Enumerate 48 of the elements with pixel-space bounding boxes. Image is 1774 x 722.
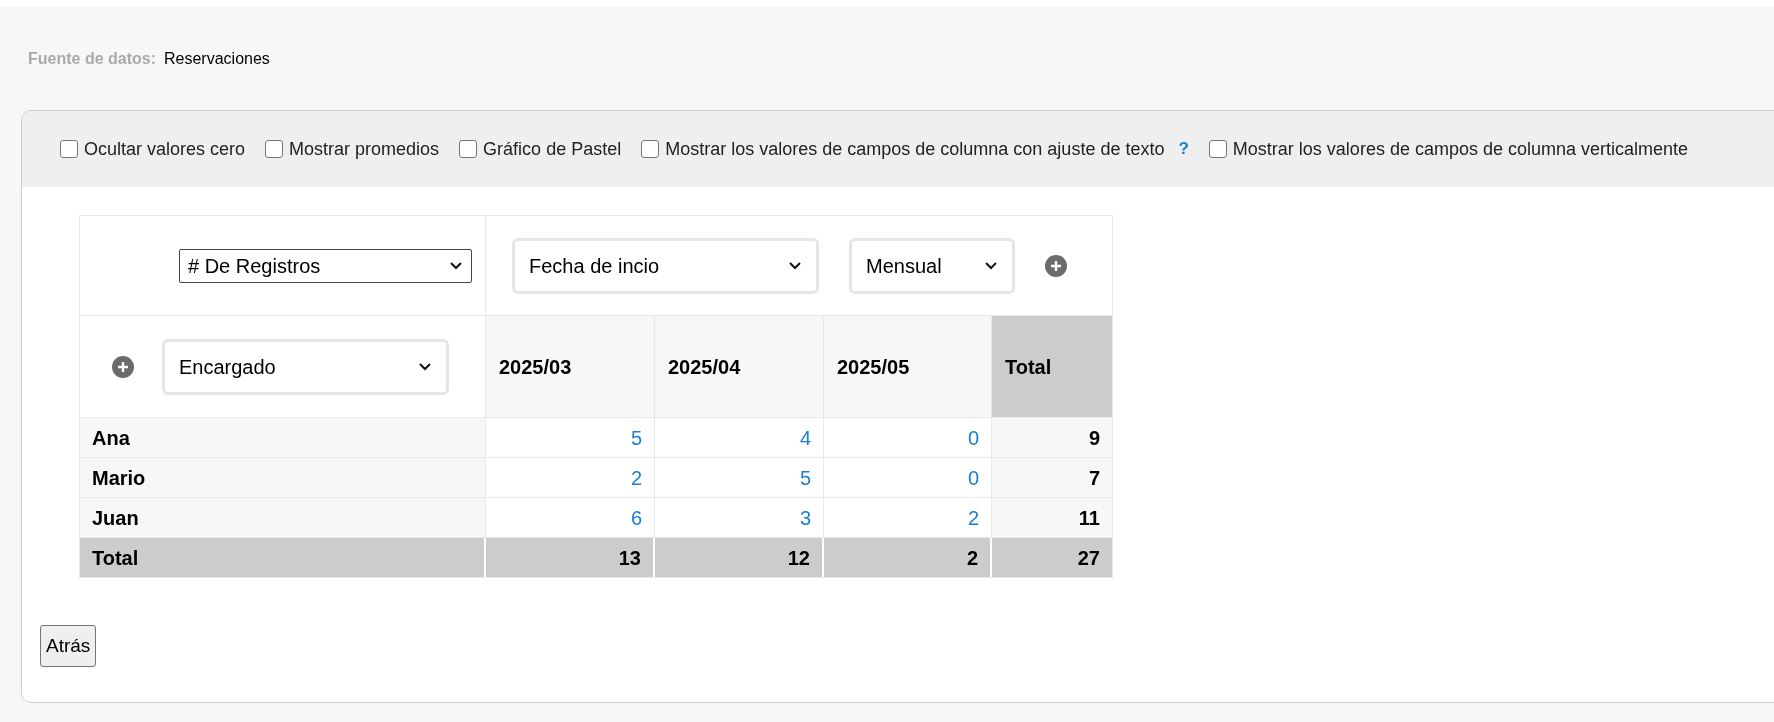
checkbox-label[interactable]: Gráfico de Pastel xyxy=(483,135,622,163)
count-link[interactable]: 3 xyxy=(799,502,811,533)
table-cell: 27 xyxy=(992,538,1112,577)
chevron-icon xyxy=(984,261,998,270)
help-link[interactable]: ? xyxy=(1178,136,1189,162)
table-cell: 9 xyxy=(992,418,1112,458)
checkbox[interactable] xyxy=(459,140,478,158)
dropdown[interactable]: Encargado xyxy=(162,338,449,395)
checkbox[interactable] xyxy=(60,140,78,158)
column-header: 2025/04 xyxy=(655,316,824,418)
checkbox-label[interactable]: Mostrar promedios xyxy=(289,135,440,163)
table-cell: 2 xyxy=(824,538,992,577)
count-link[interactable]: 0 xyxy=(967,422,979,453)
add-icon[interactable] xyxy=(112,355,134,378)
row-header: Total xyxy=(80,538,486,577)
row-header: Ana xyxy=(80,418,486,458)
chevron-icon xyxy=(449,261,463,270)
chevron-icon xyxy=(418,362,432,371)
dropdown[interactable]: Mensual xyxy=(849,237,1015,294)
data-source-value: Reservaciones xyxy=(164,48,270,69)
data-source-label: Fuente de datos: xyxy=(28,48,156,69)
table-cell: 11 xyxy=(992,498,1112,538)
dropdown[interactable]: Fecha de incio xyxy=(512,237,819,294)
count-link[interactable]: 6 xyxy=(630,502,642,533)
table-cell: 13 xyxy=(486,538,655,577)
checkbox[interactable] xyxy=(641,140,660,158)
count-link[interactable]: 0 xyxy=(967,462,979,493)
chevron-icon xyxy=(788,261,802,270)
table-cell: 12 xyxy=(655,538,824,577)
row-header: Juan xyxy=(80,498,486,538)
checkbox-label[interactable]: Mostrar los valores de campos de columna con ajuste de texto xyxy=(665,135,1165,163)
add-icon[interactable] xyxy=(1045,254,1067,277)
back-button[interactable]: Atrás xyxy=(40,625,97,667)
checkbox[interactable] xyxy=(265,140,284,158)
count-link[interactable]: 5 xyxy=(630,422,642,453)
count-link[interactable]: 2 xyxy=(630,462,642,493)
column-header: 2025/03 xyxy=(486,316,655,418)
table-cell: 7 xyxy=(992,458,1112,498)
column-header: 2025/05 xyxy=(824,316,992,418)
count-link[interactable]: 2 xyxy=(967,502,979,533)
dropdown[interactable]: # De Registros xyxy=(179,248,472,283)
checkbox[interactable] xyxy=(1208,140,1227,158)
checkbox-label[interactable]: Ocultar valores cero xyxy=(84,135,246,163)
count-link[interactable]: 4 xyxy=(799,422,811,453)
row-header: Mario xyxy=(80,458,486,498)
column-header: Total xyxy=(992,316,1112,418)
count-link[interactable]: 5 xyxy=(799,462,811,493)
checkbox-label[interactable]: Mostrar los valores de campos de columna verticalmente xyxy=(1232,135,1689,163)
